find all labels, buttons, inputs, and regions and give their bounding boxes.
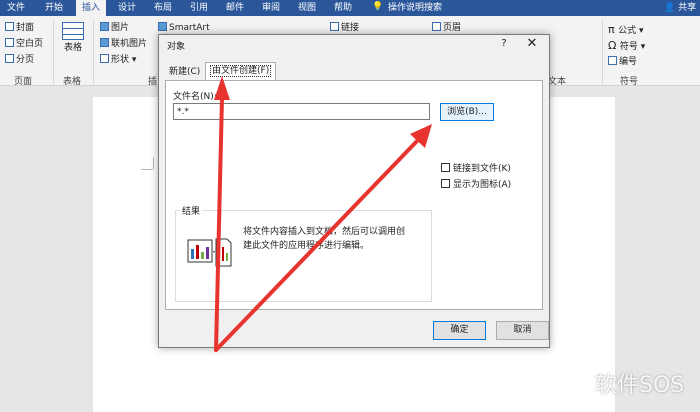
filename-label: 文件名(N): — [173, 92, 217, 102]
tab-file[interactable]: 文件 — [2, 0, 30, 16]
shapes-button[interactable]: 形状 ▾ — [100, 54, 136, 66]
result-label: 结果 — [180, 204, 203, 217]
dialog-title: 对象 — [167, 42, 186, 52]
tab-layout[interactable]: 布局 — [148, 0, 178, 16]
checkbox-box — [441, 163, 450, 172]
tab-view[interactable]: 视图 — [292, 0, 322, 16]
tab-create-from-file[interactable]: 由文件创建(F) — [205, 62, 277, 81]
tab-references[interactable]: 引用 — [184, 0, 214, 16]
person-icon: 👤 — [664, 3, 676, 13]
filename-input[interactable] — [173, 103, 430, 120]
tab-home[interactable]: 开始 — [40, 0, 68, 16]
close-button[interactable]: ✕ — [525, 36, 539, 52]
crop-mark — [141, 169, 153, 170]
group-label-pages: 页面 — [14, 77, 33, 87]
group-label-tables: 表格 — [63, 77, 82, 87]
pi-icon: π — [608, 23, 619, 36]
blank-page-button[interactable]: 空白页 — [5, 38, 43, 50]
picture-icon — [100, 22, 109, 31]
lightbulb-icon[interactable]: 💡 — [372, 2, 383, 13]
insert-file-result-icon — [187, 238, 232, 267]
tab-review[interactable]: 审阅 — [256, 0, 286, 16]
smartart-icon — [158, 22, 167, 31]
header-button[interactable]: 页眉 — [432, 22, 461, 34]
page-break-icon — [5, 54, 14, 63]
omega-icon: Ω — [608, 39, 620, 52]
online-picture-icon — [100, 38, 109, 47]
tab-help[interactable]: 帮助 — [328, 0, 358, 16]
display-as-icon-checkbox[interactable]: 显示为图标(A) — [441, 179, 511, 191]
link-icon — [330, 22, 339, 31]
group-label-symbols: 符号 — [620, 77, 639, 87]
tab-panel-from-file: 文件名(N): 浏览(B)... 链接到文件(K) 显示为图标(A) 结果 将文… — [165, 80, 543, 310]
blank-page-icon — [5, 38, 14, 47]
group-separator — [602, 20, 603, 84]
tab-design[interactable]: 设计 — [112, 0, 142, 16]
tab-mailings[interactable]: 邮件 — [220, 0, 250, 16]
object-dialog: 对象 ? ✕ 新建(C) 由文件创建(F) 文件名(N): 浏览(B)... 链… — [158, 34, 550, 348]
result-group: 结果 将文件内容插入到文档，然后可以调用创建此文件的应用程序进行编辑。 — [175, 204, 432, 302]
watermark-logo-icon — [564, 366, 582, 391]
checkbox-box — [441, 179, 450, 188]
tab-create-new[interactable]: 新建(C) — [165, 64, 204, 80]
numbering-icon — [608, 56, 617, 65]
cover-page-button[interactable]: 封面 — [5, 22, 34, 34]
link-to-file-checkbox[interactable]: 链接到文件(K) — [441, 163, 511, 175]
result-description: 将文件内容插入到文档，然后可以调用创建此文件的应用程序进行编辑。 — [243, 227, 406, 251]
ribbon-tab-bar: 文件 开始 插入 设计 布局 引用 邮件 审阅 视图 帮助 💡 操作说明搜索 👤… — [0, 0, 700, 16]
header-icon — [432, 22, 441, 31]
numbering-button[interactable]: 编号 — [608, 56, 637, 68]
link-button[interactable]: 链接 — [330, 22, 359, 34]
ok-button[interactable]: 确定 — [433, 321, 486, 340]
crop-mark — [153, 157, 154, 169]
watermark-text: 软件SOS — [595, 373, 685, 398]
cover-page-icon — [5, 22, 14, 31]
cancel-button[interactable]: 取消 — [496, 321, 549, 340]
group-separator — [93, 20, 94, 84]
group-label-text: 文本 — [548, 77, 567, 87]
table-button[interactable]: 表格 — [60, 22, 86, 54]
equation-button[interactable]: π 公式 ▾ — [608, 24, 644, 37]
group-label-illustrations: 插 — [148, 77, 158, 87]
share-button[interactable]: 👤 共享 — [664, 0, 696, 16]
tab-insert[interactable]: 插入 — [76, 0, 106, 16]
picture-button[interactable]: 图片 — [100, 22, 129, 34]
smartart-button[interactable]: SmartArt — [158, 22, 210, 34]
page-break-button[interactable]: 分页 — [5, 54, 34, 66]
symbol-button[interactable]: Ω 符号 ▾ — [608, 40, 645, 53]
group-separator — [53, 20, 54, 84]
online-picture-button[interactable]: 联机图片 — [100, 38, 147, 50]
browse-button[interactable]: 浏览(B)... — [440, 103, 494, 121]
shapes-icon — [100, 54, 109, 63]
table-icon — [62, 22, 84, 40]
help-button[interactable]: ? — [497, 36, 511, 52]
tell-me-search[interactable]: 操作说明搜索 — [388, 0, 458, 16]
